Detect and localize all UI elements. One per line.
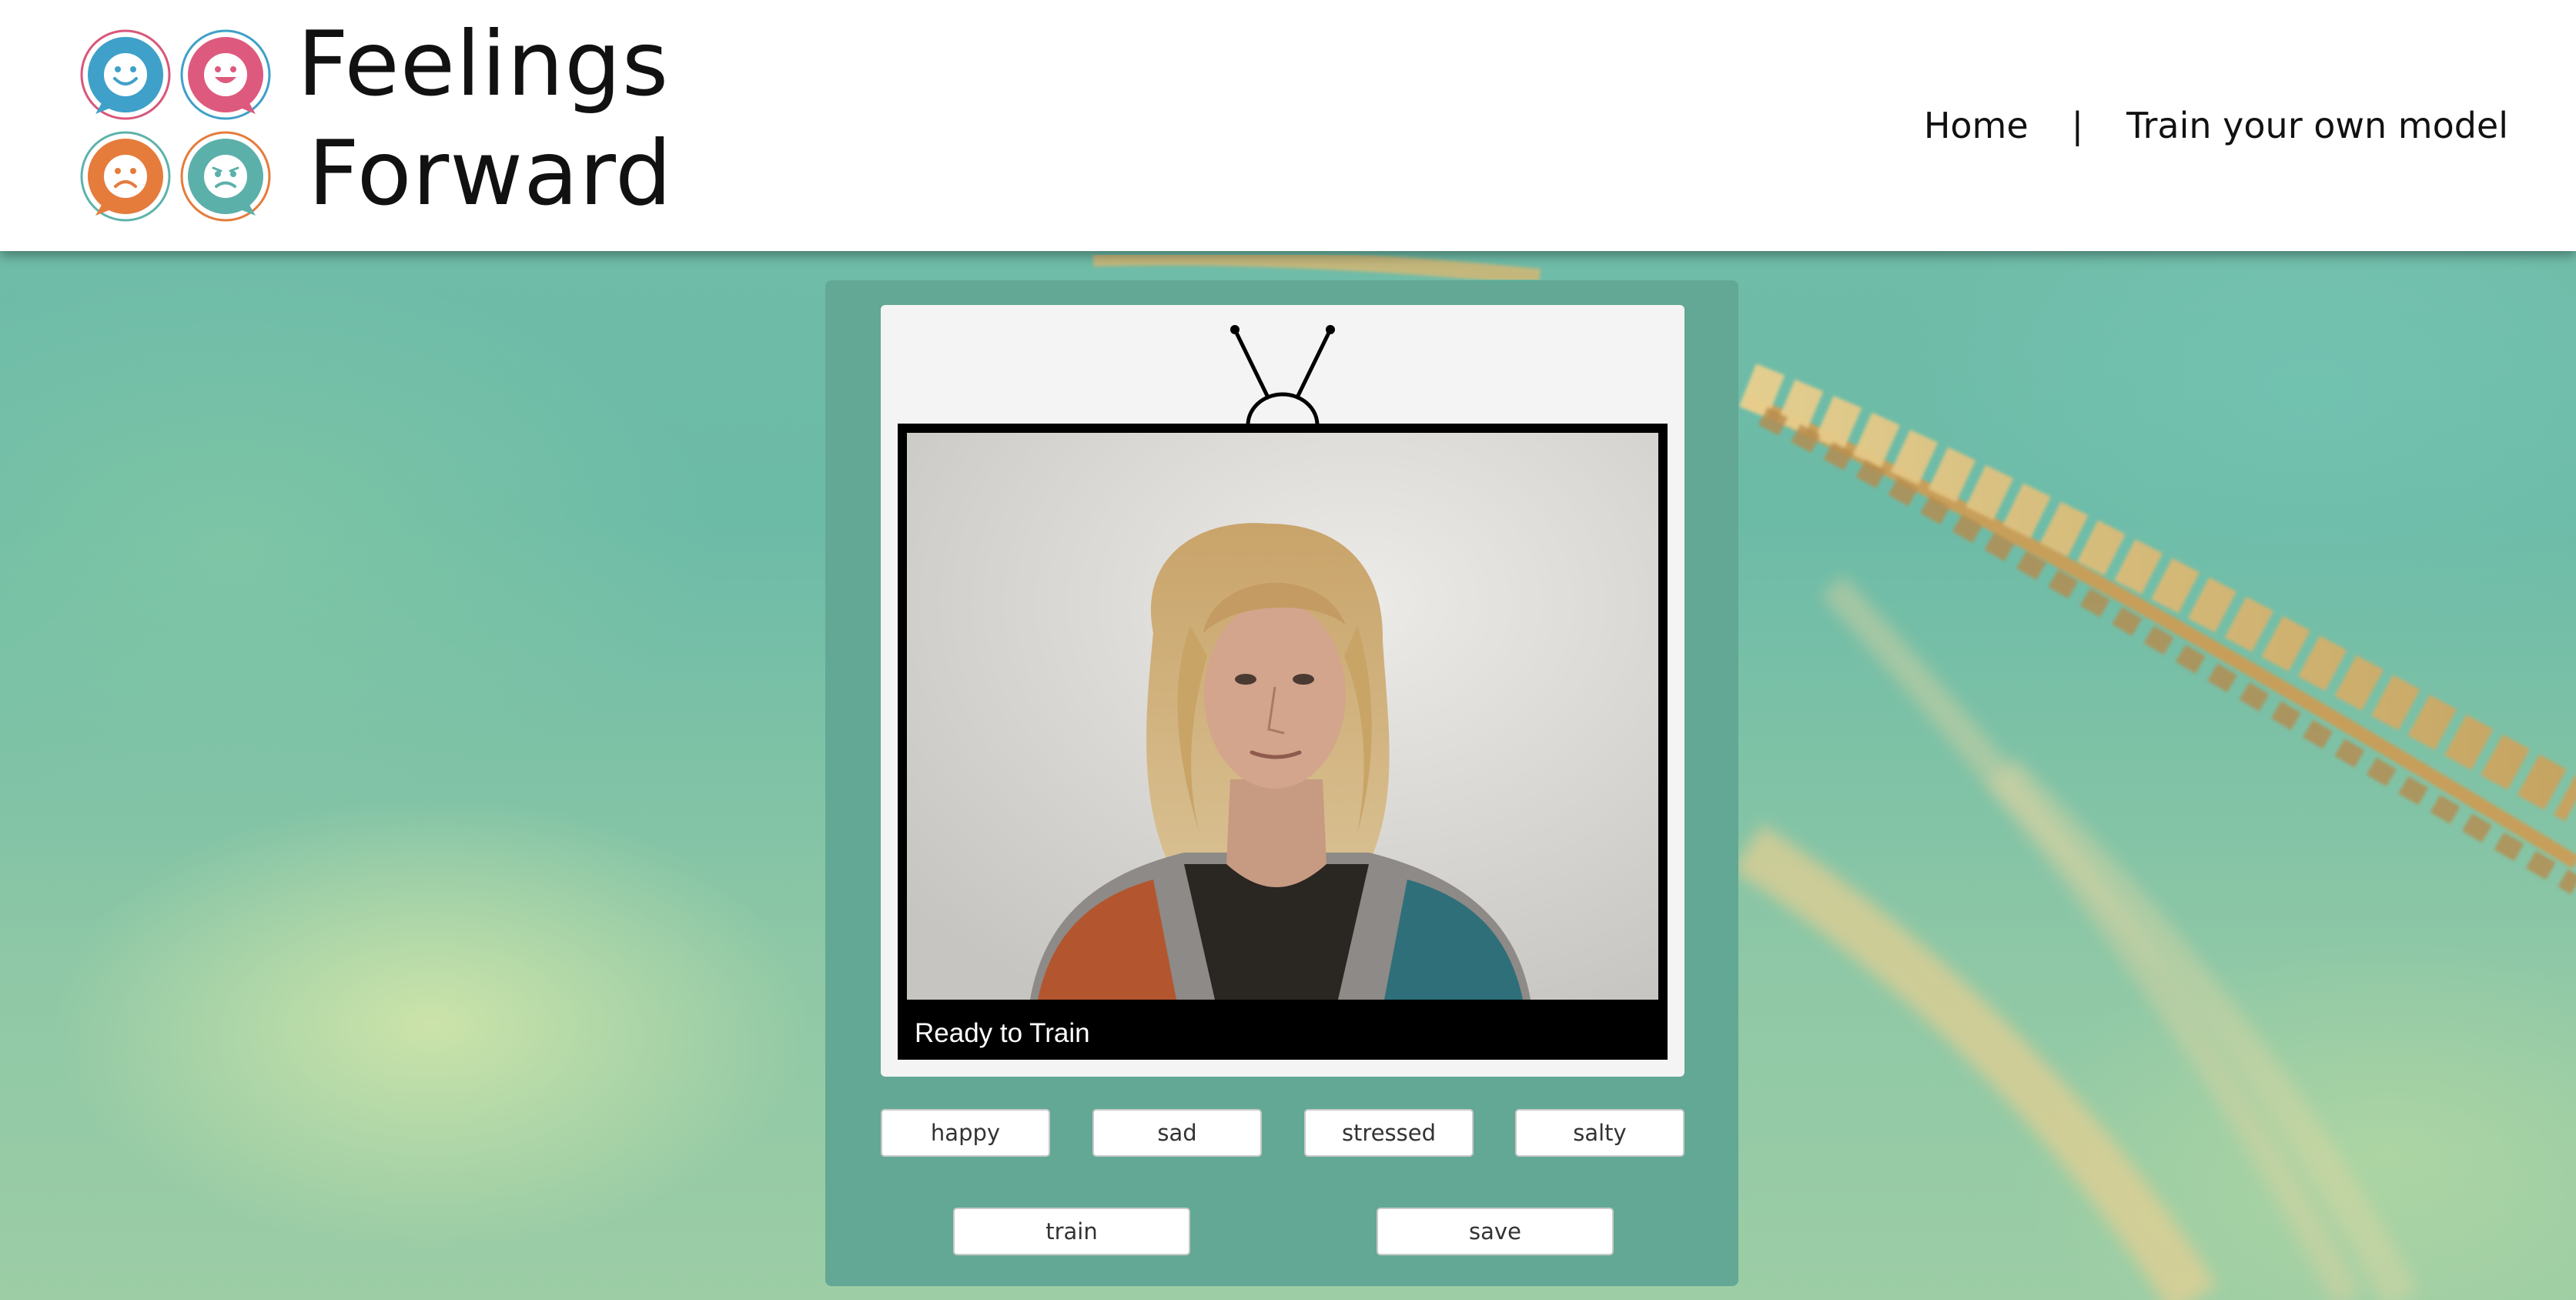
camera-screen: Ready to Train	[898, 424, 1668, 1060]
happy-face-icon	[80, 29, 171, 120]
emotion-button-sad[interactable]: sad	[1092, 1109, 1262, 1157]
nav-home-link[interactable]: Home	[1924, 105, 2029, 146]
emotion-button-salty[interactable]: salty	[1515, 1109, 1684, 1157]
emotion-button-stressed[interactable]: stressed	[1304, 1109, 1474, 1157]
training-panel: Ready to Train happy sad stressed salty …	[825, 280, 1738, 1286]
site-header: Feelings Forward Home | Train your own m…	[0, 0, 2576, 251]
logo-text-line1: Feelings	[297, 12, 670, 116]
sad-face-icon	[80, 131, 171, 222]
nav-train-model-link[interactable]: Train your own model	[2126, 105, 2508, 146]
emotion-button-happy[interactable]: happy	[881, 1109, 1050, 1157]
grin-face-icon	[180, 29, 271, 120]
webcam-video-feed	[907, 433, 1658, 1000]
camera-status-text: Ready to Train	[915, 1018, 1090, 1048]
save-button[interactable]: save	[1377, 1208, 1614, 1255]
logo-icons	[80, 29, 276, 225]
main-nav: Home | Train your own model	[1924, 105, 2508, 146]
tv-frame: Ready to Train	[881, 305, 1684, 1077]
nav-separator: |	[2071, 105, 2084, 146]
train-button[interactable]: train	[953, 1208, 1190, 1255]
logo-text-line2: Forward	[308, 122, 673, 226]
tv-antenna-icon	[1230, 325, 1335, 426]
worried-face-icon	[180, 131, 271, 222]
